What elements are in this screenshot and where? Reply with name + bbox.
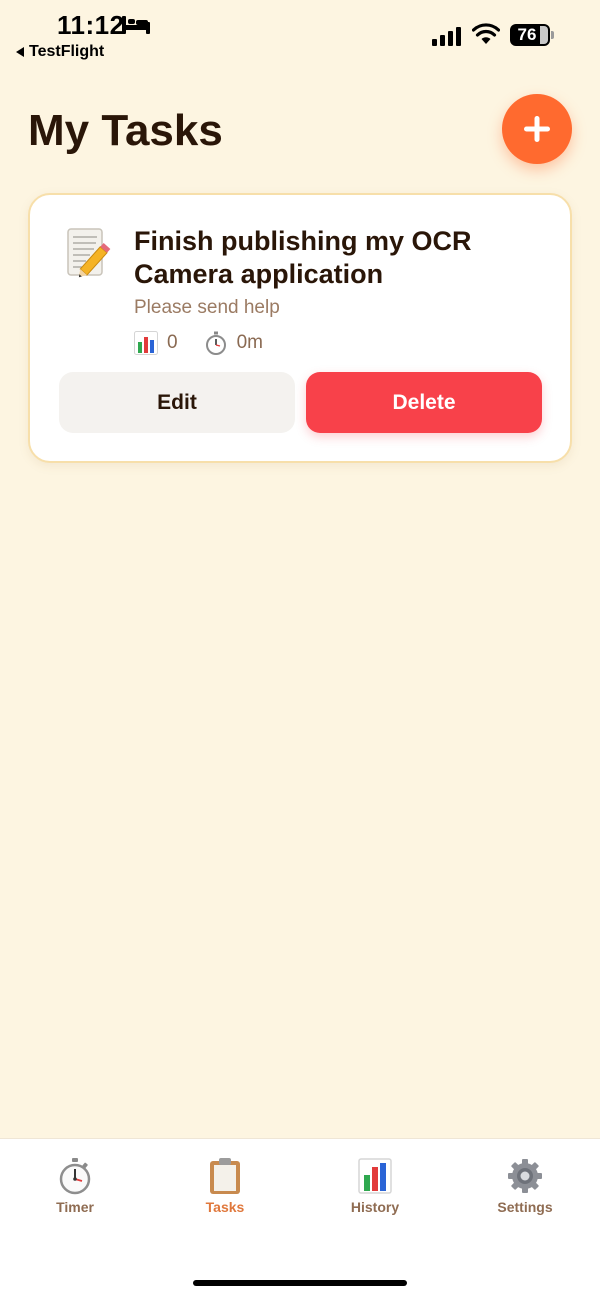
task-description: Please send help xyxy=(134,297,280,318)
tab-bar: Timer Tasks History Settings xyxy=(0,1138,600,1298)
sessions-stat: 0 xyxy=(134,331,178,355)
battery-level: 76 xyxy=(517,25,537,44)
task-title: Finish publishing my OCR Camera applicat… xyxy=(134,226,472,289)
page-title: My Tasks xyxy=(28,106,223,155)
back-link-label: TestFlight xyxy=(29,43,105,60)
edit-button[interactable]: Edit xyxy=(59,372,295,433)
tab-timer[interactable]: Timer xyxy=(15,1157,135,1215)
wifi-icon xyxy=(472,23,500,44)
cellular-signal-icon xyxy=(432,27,461,46)
memo-pencil-icon xyxy=(67,228,111,278)
add-task-button[interactable] xyxy=(502,94,572,164)
time-stat: 0m xyxy=(204,331,263,355)
gear-icon xyxy=(508,1159,542,1193)
time-spent: 0m xyxy=(236,332,263,353)
tab-tasks-label: Tasks xyxy=(205,1199,245,1215)
tab-tasks[interactable]: Tasks xyxy=(165,1157,285,1215)
tab-settings[interactable]: Settings xyxy=(465,1157,585,1215)
task-stats: 0 0m xyxy=(134,331,289,355)
plus-icon xyxy=(524,116,550,142)
back-to-testflight-link[interactable]: TestFlight xyxy=(16,43,104,61)
stopwatch-icon xyxy=(59,1158,91,1195)
stopwatch-icon xyxy=(205,331,226,355)
home-indicator[interactable] xyxy=(193,1280,407,1286)
tab-timer-label: Timer xyxy=(56,1199,94,1215)
delete-button[interactable]: Delete xyxy=(306,372,542,433)
back-arrow-icon xyxy=(16,47,24,57)
tab-history-label: History xyxy=(350,1199,400,1215)
sessions-count: 0 xyxy=(167,332,178,353)
bed-icon xyxy=(122,16,150,34)
clipboard-icon xyxy=(210,1158,240,1194)
tab-history[interactable]: History xyxy=(315,1157,435,1215)
tab-settings-label: Settings xyxy=(497,1199,553,1215)
battery-indicator: 76 xyxy=(510,24,554,46)
bar-chart-icon xyxy=(358,1158,392,1194)
task-card: Finish publishing my OCR Camera applicat… xyxy=(28,193,572,463)
status-bar: 11:12 TestFlight 76 xyxy=(0,0,600,70)
status-time: 11:12 xyxy=(57,10,125,40)
bar-chart-icon xyxy=(134,331,158,355)
